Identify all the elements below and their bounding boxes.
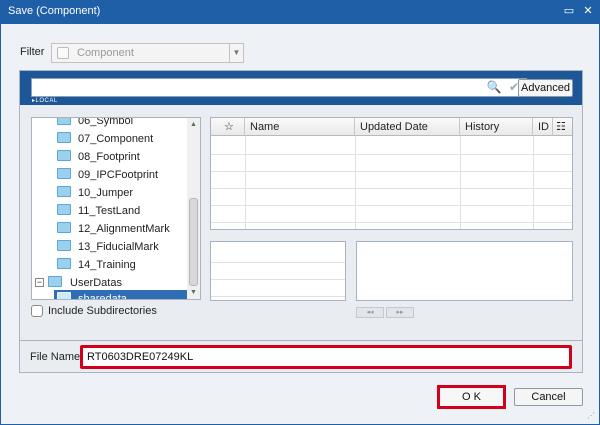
ok-button[interactable]: O K xyxy=(437,385,506,409)
results-grid[interactable]: ☆ Name Updated Date History ID ☷ xyxy=(210,117,573,230)
grid-col-line xyxy=(245,136,246,229)
search-input[interactable]: 🔍 ✔ xyxy=(31,78,527,97)
chevron-down-icon[interactable]: ▼ xyxy=(229,44,243,62)
folder-icon xyxy=(48,276,62,287)
file-name-label: File Name xyxy=(30,351,81,363)
grid-col-line xyxy=(460,136,461,229)
file-name-group: File Name RT0603DRE07249KL xyxy=(19,340,583,373)
folder-icon xyxy=(57,150,71,161)
tree-scrollbar[interactable]: ▲ ▼ xyxy=(187,117,201,300)
tree-item-selected[interactable]: sharedata xyxy=(54,290,188,299)
grid-row-line xyxy=(211,154,572,155)
title-bar: Save (Component) ▭ ✕ xyxy=(0,0,600,24)
advanced-button[interactable]: Advanced xyxy=(518,79,573,97)
column-chooser-icon[interactable]: ☷ xyxy=(553,118,572,136)
column-id[interactable]: ID xyxy=(533,118,553,136)
prev-page-button[interactable]: ◂◂ xyxy=(356,307,384,318)
tree-item[interactable]: 13_FiducialMark xyxy=(32,238,188,256)
folder-icon xyxy=(57,292,71,299)
pager: ◂◂ ▸▸ xyxy=(356,307,414,318)
local-scope-tag[interactable]: ▸LOCAL xyxy=(32,97,58,104)
column-history[interactable]: History xyxy=(460,118,533,136)
maximize-icon[interactable]: ▭ xyxy=(561,3,577,19)
filter-select[interactable]: Component ▼ xyxy=(51,43,244,63)
window-title: Save (Component) xyxy=(8,5,101,17)
grid-header: ☆ Name Updated Date History ID ☷ xyxy=(211,118,572,136)
search-bar: 🔍 ✔ Advanced ▸LOCAL xyxy=(20,71,582,105)
next-page-button[interactable]: ▸▸ xyxy=(386,307,414,318)
folder-icon xyxy=(57,168,71,179)
tree-item[interactable]: 06_Symbol xyxy=(32,118,188,130)
file-name-input[interactable]: RT0603DRE07249KL xyxy=(80,345,572,369)
tree-item[interactable]: 12_AlignmentMark xyxy=(32,220,188,238)
tree-item[interactable]: 10_Jumper xyxy=(32,184,188,202)
grid-row-line xyxy=(211,188,572,189)
cancel-button[interactable]: Cancel xyxy=(514,388,583,406)
filter-value: Component xyxy=(77,47,134,59)
list-row-line xyxy=(211,296,345,297)
grid-row-line xyxy=(211,171,572,172)
column-updated-date[interactable]: Updated Date xyxy=(355,118,460,136)
filter-label: Filter xyxy=(20,46,45,58)
grid-col-line xyxy=(533,136,534,229)
collapse-icon[interactable]: − xyxy=(35,278,44,287)
tree-item[interactable]: 11_TestLand xyxy=(32,202,188,220)
search-icon[interactable]: 🔍 xyxy=(485,79,503,96)
list-row-line xyxy=(211,279,345,280)
grid-col-line xyxy=(355,136,356,229)
tree-item[interactable]: 08_Footprint xyxy=(32,148,188,166)
list-row-line xyxy=(211,262,345,263)
tree-item[interactable]: 14_Training xyxy=(32,256,188,274)
folder-icon xyxy=(57,240,71,251)
folder-icon xyxy=(57,204,71,215)
folder-icon xyxy=(57,132,71,143)
folder-icon xyxy=(57,186,71,197)
include-subdirectories-checkbox[interactable] xyxy=(31,305,43,317)
folder-icon xyxy=(57,258,71,269)
preview-pane xyxy=(356,241,573,301)
history-list[interactable] xyxy=(210,241,346,301)
dialog-body: Filter Component ▼ 🔍 ✔ Advanced ▸LOCAL 0… xyxy=(0,24,600,425)
component-icon xyxy=(57,47,69,59)
tree-item[interactable]: 09_IPCFootprint xyxy=(32,166,188,184)
include-subdirectories-label: Include Subdirectories xyxy=(48,305,157,317)
grid-row-line xyxy=(211,222,572,223)
folder-icon xyxy=(57,118,71,125)
resize-grip-icon[interactable]: ⋰ xyxy=(587,411,597,421)
scroll-up-icon[interactable]: ▲ xyxy=(187,119,200,131)
tree-item[interactable]: 07_Component xyxy=(32,130,188,148)
browser-panel: 🔍 ✔ Advanced ▸LOCAL 06_Symbol 07_Compone… xyxy=(19,70,583,356)
column-name[interactable]: Name xyxy=(245,118,355,136)
folder-icon xyxy=(57,222,71,233)
grid-row-line xyxy=(211,205,572,206)
scroll-thumb[interactable] xyxy=(189,198,198,286)
close-icon[interactable]: ✕ xyxy=(580,3,596,19)
folder-tree[interactable]: 06_Symbol 07_Component 08_Footprint 09_I… xyxy=(31,117,199,300)
scroll-down-icon[interactable]: ▼ xyxy=(187,287,200,299)
column-favorite[interactable]: ☆ xyxy=(211,118,245,136)
